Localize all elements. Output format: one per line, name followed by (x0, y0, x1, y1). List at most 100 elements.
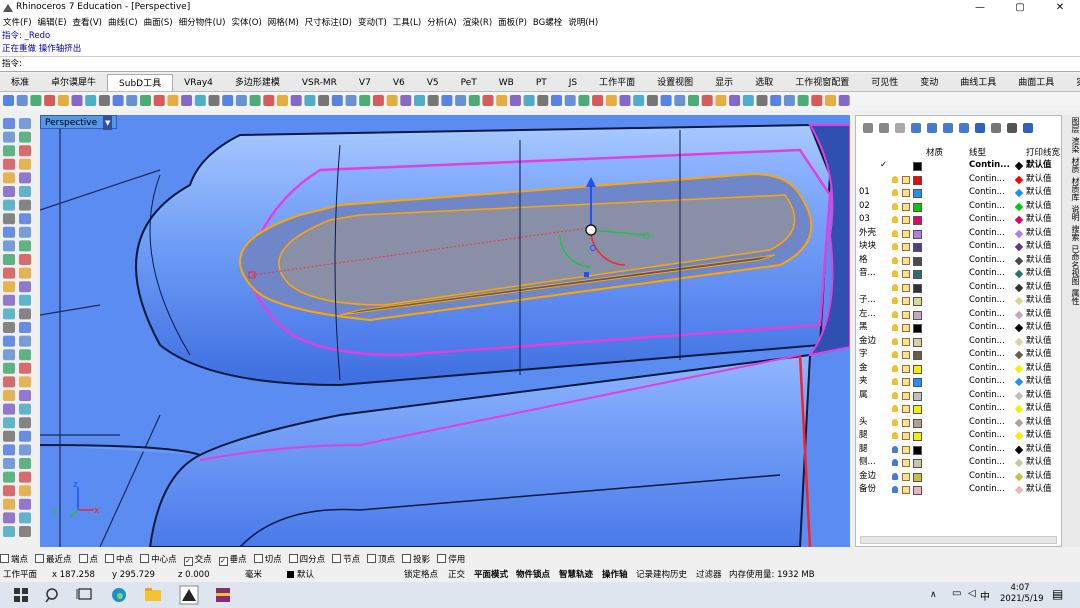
toolbar-tool-icon[interactable] (263, 95, 275, 106)
layer-print-width[interactable]: 默认值 (1026, 173, 1052, 186)
layer-lock-icon[interactable] (902, 243, 910, 251)
toolbar-tool-icon[interactable] (414, 95, 425, 106)
layer-tool-icon[interactable] (1023, 123, 1033, 133)
layer-row[interactable]: 03 Contin... 默认值 (856, 213, 1061, 226)
toolbar-tool-icon[interactable] (783, 95, 795, 106)
osnap-option[interactable]: ✓ 交点 (183, 553, 212, 568)
layer-row[interactable]: Contin... 默认值 (856, 402, 1061, 415)
toolbar-tool-icon[interactable] (715, 95, 727, 106)
layer-visibility-icon[interactable] (892, 432, 898, 439)
osnap-option[interactable]: 中点 (105, 553, 133, 568)
layer-linetype[interactable]: Contin... (969, 173, 1005, 186)
palette-tool-icon[interactable] (19, 444, 31, 456)
palette-tool-icon[interactable] (19, 430, 31, 442)
layer-lock-icon[interactable] (902, 229, 910, 238)
edge-browser-icon[interactable] (108, 585, 130, 605)
layer-tool-icon[interactable] (927, 123, 937, 133)
palette-tool-icon[interactable] (3, 526, 15, 537)
palette-tool-icon[interactable] (3, 376, 15, 388)
ime-indicator[interactable]: 中 (980, 588, 990, 603)
palette-tool-icon[interactable] (3, 335, 15, 347)
layer-color-swatch[interactable] (913, 472, 922, 482)
layer-lock-icon[interactable] (902, 189, 910, 197)
palette-tool-icon[interactable] (3, 145, 15, 157)
layer-visibility-icon[interactable] (892, 445, 898, 453)
menu-surface[interactable]: 曲面(S) (141, 16, 176, 30)
layer-color-swatch[interactable] (913, 324, 922, 333)
palette-tool-icon[interactable] (3, 186, 15, 197)
toolbar-tool-icon[interactable] (441, 95, 453, 106)
palette-tool-icon[interactable] (3, 213, 15, 225)
menu-mesh[interactable]: 网格(M) (265, 16, 302, 30)
tab-visibility[interactable]: 可见性 (860, 74, 909, 91)
toolbar-tool-icon[interactable] (318, 95, 330, 106)
layer-lock-icon[interactable] (902, 432, 910, 440)
toolbar-tool-icon[interactable] (688, 95, 699, 106)
print-color-icon[interactable] (1014, 350, 1024, 360)
layer-color-swatch[interactable] (913, 337, 922, 347)
layer-color-swatch[interactable] (913, 162, 922, 171)
menu-curve[interactable]: 曲线(C) (105, 16, 141, 30)
palette-tool-icon[interactable] (3, 240, 15, 252)
layer-row[interactable]: 左... Contin... 默认值 (856, 308, 1061, 321)
layer-print-width[interactable]: 默认值 (1026, 456, 1052, 469)
layer-lock-icon[interactable] (902, 391, 910, 400)
menu-edit[interactable]: 编辑(E) (35, 16, 70, 30)
tab-vray4[interactable]: VRay4 (173, 74, 224, 91)
layer-color-swatch[interactable] (913, 297, 922, 306)
minimize-button[interactable]: — (960, 0, 1000, 16)
layer-linetype[interactable]: Contin... (969, 159, 1010, 172)
status-unit[interactable]: 毫米 (245, 568, 262, 582)
layer-color-swatch[interactable] (913, 270, 922, 279)
print-color-icon[interactable] (1014, 418, 1024, 427)
layer-row[interactable]: Contin... 默认值 (856, 173, 1061, 186)
toolbar-tool-icon[interactable] (551, 95, 562, 106)
perspective-viewport[interactable]: z x y Perspective ▼ (40, 115, 850, 547)
layer-visibility-icon[interactable] (892, 216, 898, 223)
layer-row[interactable]: 金边 Contin... 默认值 (856, 470, 1061, 483)
layer-row[interactable]: 备份 Contin... 默认值 (856, 483, 1061, 496)
layer-linetype[interactable]: Contin... (969, 254, 1005, 267)
print-color-icon[interactable] (1014, 323, 1024, 333)
toolbar-tool-icon[interactable] (646, 95, 658, 106)
layer-visibility-icon[interactable] (892, 337, 898, 345)
layer-print-width[interactable]: 默认值 (1026, 389, 1052, 402)
palette-tool-icon[interactable] (3, 458, 15, 469)
toolbar-tool-icon[interactable] (167, 95, 179, 106)
tab-display[interactable]: 显示 (704, 74, 744, 91)
layer-color-swatch[interactable] (913, 432, 922, 441)
osnap-option[interactable]: 中心点 (140, 553, 177, 568)
layer-lock-icon[interactable] (902, 418, 910, 427)
palette-tool-icon[interactable] (19, 131, 31, 143)
palette-tool-icon[interactable] (19, 349, 31, 361)
layer-visibility-icon[interactable] (892, 472, 898, 480)
layer-color-swatch[interactable] (913, 391, 922, 401)
layer-tool-icon[interactable] (959, 123, 969, 133)
toolbar-tool-icon[interactable] (756, 95, 768, 106)
palette-tool-icon[interactable] (3, 172, 15, 184)
layer-visibility-icon[interactable] (892, 270, 898, 277)
tab-v5[interactable]: V5 (416, 74, 450, 91)
taskbar-clock[interactable]: 4:07 2021/5/19 (1000, 583, 1044, 605)
layer-linetype[interactable]: Contin... (969, 348, 1005, 361)
print-color-icon[interactable] (1014, 391, 1024, 400)
layer-lock-icon[interactable] (902, 283, 910, 292)
osnap-option[interactable]: 停用 (437, 553, 465, 568)
viewport-menu-icon[interactable]: ▼ (103, 116, 113, 130)
menu-subd[interactable]: 细分物件(U) (176, 16, 229, 30)
layer-color-swatch[interactable] (913, 459, 922, 468)
layer-color-swatch[interactable] (913, 229, 922, 239)
toolbar-tool-icon[interactable] (222, 95, 234, 106)
layer-lock-icon[interactable] (902, 202, 910, 211)
layer-row[interactable]: 子... Contin... 默认值 (856, 294, 1061, 307)
palette-tool-icon[interactable] (3, 430, 15, 442)
layer-color-swatch[interactable] (913, 310, 922, 320)
osnap-checkbox[interactable] (332, 554, 342, 563)
palette-tool-icon[interactable] (19, 471, 31, 483)
layer-visibility-icon[interactable] (892, 202, 898, 210)
palette-tool-icon[interactable] (19, 485, 31, 497)
layer-linetype[interactable]: Contin... (969, 470, 1005, 483)
tab-viewport-layout[interactable]: 工作视窗配置 (784, 74, 860, 91)
layer-linetype[interactable]: Contin... (969, 186, 1005, 199)
tab-standard[interactable]: 标准 (0, 74, 40, 91)
